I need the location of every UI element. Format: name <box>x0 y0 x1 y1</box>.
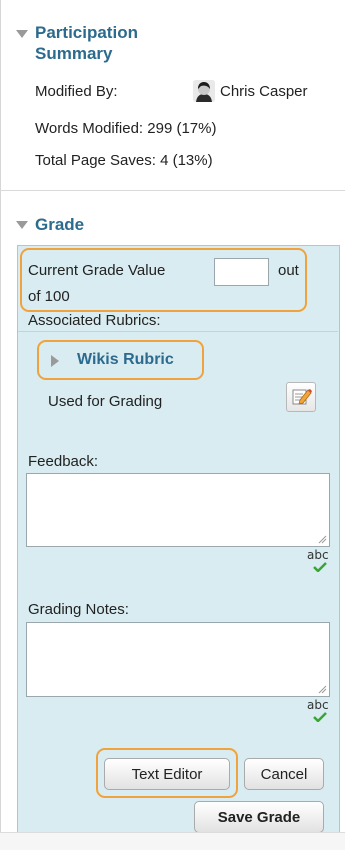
total-page-saves-stat: Total Page Saves: 4 (13%) <box>35 152 213 169</box>
feedback-textarea[interactable] <box>26 473 330 547</box>
resize-grip-icon[interactable] <box>317 684 327 694</box>
grade-section-title[interactable]: Grade <box>35 214 84 235</box>
text-editor-highlight <box>96 748 238 798</box>
participation-title-line1: Participation <box>35 23 138 42</box>
collapse-triangle-icon[interactable] <box>16 30 28 38</box>
section-divider <box>0 190 345 191</box>
feedback-label: Feedback: <box>28 453 99 470</box>
rubric-highlight <box>37 340 204 380</box>
used-for-grading-label: Used for Grading <box>48 393 163 410</box>
view-rubric-button[interactable] <box>286 382 316 412</box>
cancel-button[interactable]: Cancel <box>244 758 324 790</box>
rubrics-divider <box>18 331 338 332</box>
associated-rubrics-label: Associated Rubrics: <box>28 312 161 329</box>
grade-value-highlight <box>20 248 307 312</box>
resize-grip-icon[interactable] <box>317 534 327 544</box>
participation-summary-title[interactable]: Participation Summary <box>35 22 138 64</box>
spellcheck-icon[interactable]: abc <box>307 699 331 725</box>
spellcheck-text: abc <box>307 548 329 562</box>
modified-by-name: Chris Casper <box>220 83 308 100</box>
footer-area <box>0 833 345 850</box>
collapse-triangle-icon[interactable] <box>16 221 28 229</box>
user-avatar-icon <box>193 80 215 102</box>
left-border <box>0 0 1 850</box>
spellcheck-text: abc <box>307 698 329 712</box>
grading-notes-textarea[interactable] <box>26 622 330 697</box>
grading-notes-label: Grading Notes: <box>28 601 129 618</box>
save-grade-button[interactable]: Save Grade <box>194 801 324 833</box>
edit-rubric-icon <box>292 389 312 405</box>
modified-by-label: Modified By: <box>35 83 118 100</box>
spellcheck-icon[interactable]: abc <box>307 549 331 575</box>
words-modified-stat: Words Modified: 299 (17%) <box>35 120 217 137</box>
participation-title-line2: Summary <box>35 44 113 63</box>
